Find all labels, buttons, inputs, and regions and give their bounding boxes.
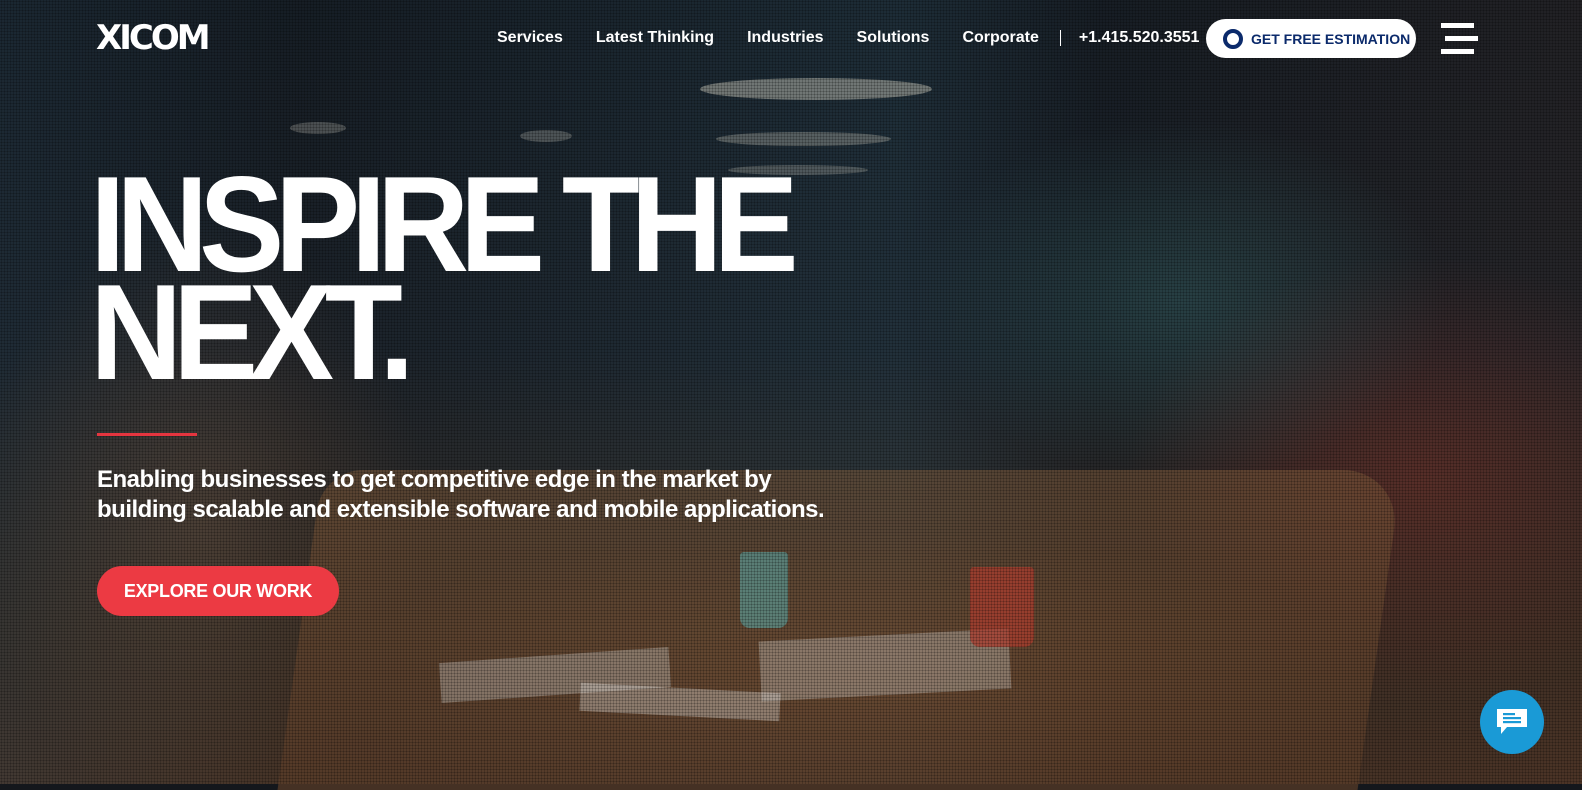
chat-bubble-icon [1497, 709, 1527, 734]
hero-headline: INSPIRE THE NEXT. [90, 156, 799, 400]
chat-launcher-button[interactable] [1480, 690, 1544, 754]
pendant-lamp [716, 132, 891, 146]
nav-item-industries[interactable]: Industries [747, 27, 823, 49]
nav-item-latest-thinking[interactable]: Latest Thinking [596, 27, 714, 49]
get-free-estimation-label: GET FREE ESTIMATION [1251, 30, 1411, 47]
hero-subtitle: Enabling businesses to get competitive e… [97, 466, 825, 523]
accent-divider [97, 433, 197, 436]
tablet [579, 682, 781, 722]
headline-line-2: NEXT. [90, 256, 415, 408]
pendant-lamp [700, 78, 932, 100]
site-header: XICOM Services Latest Thinking Industrie… [0, 0, 1582, 78]
explore-our-work-button[interactable]: EXPLORE OUR WORK [97, 566, 339, 616]
xicom-logo[interactable]: XICOM [96, 18, 211, 58]
pendant-lamp [520, 130, 572, 142]
red-mug [970, 567, 1034, 647]
get-free-estimation-button[interactable]: GET FREE ESTIMATION [1206, 19, 1416, 58]
ring-icon [1223, 28, 1243, 49]
nav-item-solutions[interactable]: Solutions [857, 27, 930, 49]
hamburger-icon[interactable] [1439, 22, 1479, 56]
phone-link[interactable]: +1.415.520.3551 [1079, 27, 1200, 49]
nav-item-services[interactable]: Services [497, 27, 563, 49]
main-nav: Services Latest Thinking Industries Solu… [497, 27, 1232, 49]
teal-mug [740, 552, 788, 628]
paper-sheet [758, 628, 1012, 702]
pendant-lamp [290, 122, 346, 134]
nav-divider [1059, 30, 1061, 46]
nav-item-corporate[interactable]: Corporate [962, 27, 1038, 49]
notebook [438, 647, 672, 703]
